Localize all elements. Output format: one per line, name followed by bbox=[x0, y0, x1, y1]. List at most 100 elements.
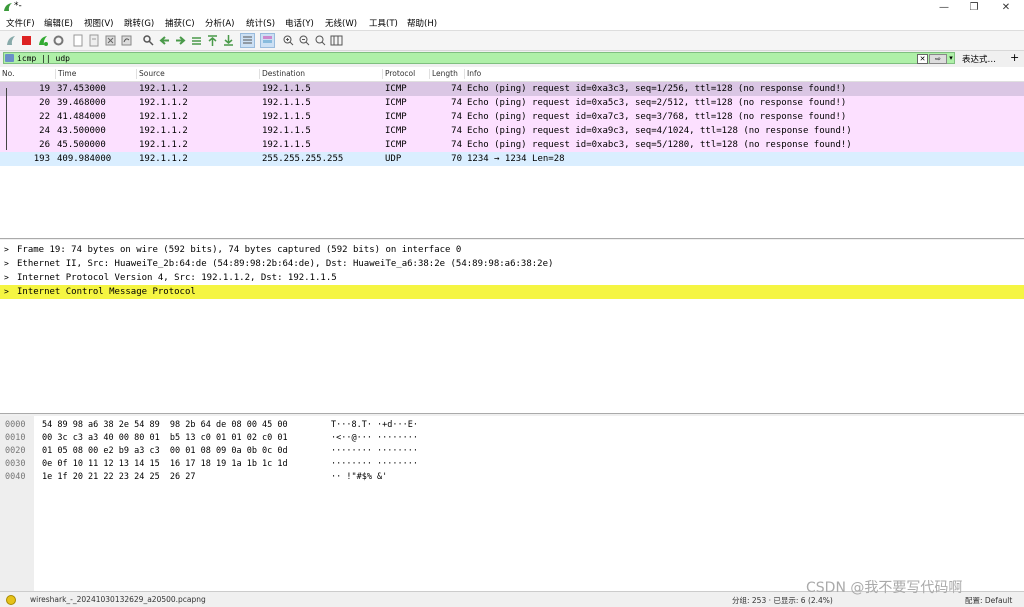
go-to-packet-icon[interactable] bbox=[190, 34, 203, 47]
title-bar: *- — ❐ ✕ bbox=[0, 0, 1024, 15]
expand-arrow-icon[interactable]: > bbox=[4, 285, 9, 299]
column-header-time[interactable]: Time bbox=[55, 69, 76, 79]
detail-icmp[interactable]: > Internet Control Message Protocol bbox=[0, 285, 1024, 299]
hex-bytes[interactable]: 00 3c c3 a3 40 00 80 01 b5 13 c0 01 01 0… bbox=[42, 432, 288, 445]
menu-view[interactable]: 视图(V) bbox=[84, 17, 113, 29]
cell-source: 192.1.1.2 bbox=[139, 126, 188, 136]
go-first-icon[interactable] bbox=[206, 34, 219, 47]
packet-row[interactable]: 26 45.500000 192.1.1.2 192.1.1.5 ICMP 74 Echo … bbox=[0, 138, 1024, 152]
hex-bytes[interactable]: 1e 1f 20 21 22 23 24 25 26 27 bbox=[42, 471, 196, 484]
display-filter-input[interactable]: icmp || udp ✕ ⇨ ▾ bbox=[3, 52, 955, 64]
hex-ascii[interactable]: ·· !"#$% &' bbox=[331, 471, 387, 484]
menu-wireless[interactable]: 无线(W) bbox=[325, 17, 357, 29]
hex-bytes[interactable]: 54 89 98 a6 38 2e 54 89 98 2b 64 de 08 0… bbox=[42, 419, 288, 432]
menu-go[interactable]: 跳转(G) bbox=[124, 17, 154, 29]
column-header-length[interactable]: Length bbox=[429, 69, 458, 79]
maximize-button[interactable]: ❐ bbox=[958, 0, 990, 15]
cell-source: 192.1.1.2 bbox=[139, 112, 188, 122]
column-header-destination[interactable]: Destination bbox=[259, 69, 305, 79]
column-header-no[interactable]: No. bbox=[0, 69, 14, 79]
expand-arrow-icon[interactable]: > bbox=[4, 243, 9, 257]
cell-source: 192.1.1.2 bbox=[139, 140, 188, 150]
cell-length: 74 bbox=[451, 98, 462, 108]
open-file-icon[interactable] bbox=[72, 34, 85, 47]
packet-row[interactable]: 193 409.984000 192.1.1.2 255.255.255.255 UDP… bbox=[0, 152, 1024, 166]
wireshark-logo-icon bbox=[4, 3, 12, 11]
detail-frame[interactable]: > Frame 19: 74 bytes on wire (592 bits), … bbox=[0, 243, 1024, 257]
cell-info: 1234 → 1234 Len=28 bbox=[467, 154, 565, 164]
expand-arrow-icon[interactable]: > bbox=[4, 257, 9, 271]
hex-ascii[interactable]: T···8.T· ·+d···E· bbox=[331, 419, 418, 432]
hex-offset: 0030 bbox=[5, 459, 26, 469]
go-forward-icon[interactable] bbox=[174, 34, 187, 47]
cell-destination: 192.1.1.5 bbox=[262, 98, 311, 108]
menu-capture[interactable]: 捕获(C) bbox=[165, 17, 195, 29]
hex-ascii[interactable]: ········ ········ bbox=[331, 458, 418, 471]
expert-info-icon[interactable] bbox=[6, 595, 16, 605]
cell-source: 192.1.1.2 bbox=[139, 154, 188, 164]
zoom-out-icon[interactable] bbox=[298, 34, 311, 47]
column-header-protocol[interactable]: Protocol bbox=[382, 69, 415, 79]
packet-list-header: No. Time Source Destination Protocol Len… bbox=[0, 67, 1024, 82]
apply-filter-icon[interactable]: ⇨ bbox=[929, 54, 947, 64]
filter-value[interactable]: icmp || udp bbox=[17, 53, 70, 64]
bookmark-icon[interactable] bbox=[5, 54, 14, 62]
cell-info: Echo (ping) request id=0xa9c3, seq=4/102… bbox=[467, 126, 852, 136]
auto-scroll-icon[interactable] bbox=[240, 33, 255, 48]
clear-filter-icon[interactable]: ✕ bbox=[917, 54, 928, 64]
menu-bar: 文件(F) 编辑(E) 视图(V) 跳转(G) 捕获(C) 分析(A) 统计(S… bbox=[0, 15, 1024, 31]
filter-dropdown-icon[interactable]: ▾ bbox=[947, 54, 955, 62]
cell-no: 20 bbox=[39, 98, 50, 108]
zoom-in-icon[interactable] bbox=[282, 34, 295, 47]
menu-edit[interactable]: 编辑(E) bbox=[44, 17, 73, 29]
menu-analyze[interactable]: 分析(A) bbox=[205, 17, 234, 29]
detail-ipv4[interactable]: > Internet Protocol Version 4, Src: 192.1… bbox=[0, 271, 1024, 285]
hex-ascii[interactable]: ·<··@··· ········ bbox=[331, 432, 418, 445]
save-file-icon[interactable] bbox=[88, 34, 101, 47]
resize-columns-icon[interactable] bbox=[330, 34, 343, 47]
hex-offset: 0000 bbox=[5, 420, 26, 430]
capture-options-icon[interactable] bbox=[52, 34, 65, 47]
profile-label[interactable]: 配置: Default bbox=[965, 595, 1012, 606]
menu-statistics[interactable]: 统计(S) bbox=[246, 17, 275, 29]
hex-offset: 0040 bbox=[5, 472, 26, 482]
detail-ethernet[interactable]: > Ethernet II, Src: HuaweiTe_2b:64:de (54… bbox=[0, 257, 1024, 271]
zoom-normal-icon[interactable] bbox=[314, 34, 327, 47]
add-filter-button[interactable]: + bbox=[1010, 51, 1019, 64]
minimize-button[interactable]: — bbox=[928, 0, 960, 15]
hex-bytes[interactable]: 0e 0f 10 11 12 13 14 15 16 17 18 19 1a 1… bbox=[42, 458, 288, 471]
close-file-icon[interactable] bbox=[104, 34, 117, 47]
expression-button[interactable]: 表达式… bbox=[962, 53, 996, 65]
column-header-source[interactable]: Source bbox=[136, 69, 165, 79]
go-back-icon[interactable] bbox=[158, 34, 171, 47]
start-capture-icon[interactable] bbox=[4, 34, 17, 47]
packet-row[interactable]: 24 43.500000 192.1.1.2 192.1.1.5 ICMP 74 Echo … bbox=[0, 124, 1024, 138]
cell-destination: 192.1.1.5 bbox=[262, 84, 311, 94]
cell-no: 22 bbox=[39, 112, 50, 122]
colorize-icon[interactable] bbox=[260, 33, 275, 48]
menu-tools[interactable]: 工具(T) bbox=[369, 17, 398, 29]
cell-no: 19 bbox=[39, 84, 50, 94]
find-packet-icon[interactable] bbox=[142, 34, 155, 47]
expand-arrow-icon[interactable]: > bbox=[4, 271, 9, 285]
menu-file[interactable]: 文件(F) bbox=[6, 17, 35, 29]
hex-offset: 0010 bbox=[5, 433, 26, 443]
restart-capture-icon[interactable] bbox=[36, 34, 49, 47]
column-header-info[interactable]: Info bbox=[464, 69, 481, 79]
cell-protocol: ICMP bbox=[385, 112, 407, 122]
close-button[interactable]: ✕ bbox=[990, 0, 1022, 15]
window-title: *- bbox=[14, 1, 22, 11]
go-last-icon[interactable] bbox=[222, 34, 235, 47]
packet-row[interactable]: 22 41.484000 192.1.1.2 192.1.1.5 ICMP 74 Echo … bbox=[0, 110, 1024, 124]
menu-help[interactable]: 帮助(H) bbox=[407, 17, 437, 29]
hex-bytes[interactable]: 01 05 08 00 e2 b9 a3 c3 00 01 08 09 0a 0… bbox=[42, 445, 288, 458]
menu-telephony[interactable]: 电话(Y) bbox=[285, 17, 314, 29]
packet-row[interactable]: 20 39.468000 192.1.1.2 192.1.1.5 ICMP 74 Echo … bbox=[0, 96, 1024, 110]
packet-row[interactable]: 19 37.453000 192.1.1.2 192.1.1.5 ICMP 74 Echo … bbox=[0, 82, 1024, 96]
cell-time: 37.453000 bbox=[57, 84, 106, 94]
hex-ascii[interactable]: ········ ········ bbox=[331, 445, 418, 458]
watermark: CSDN @我不要写代码啊 bbox=[806, 580, 963, 596]
conversation-bracket bbox=[6, 88, 13, 150]
reload-file-icon[interactable] bbox=[120, 34, 133, 47]
stop-capture-icon[interactable] bbox=[20, 34, 33, 47]
